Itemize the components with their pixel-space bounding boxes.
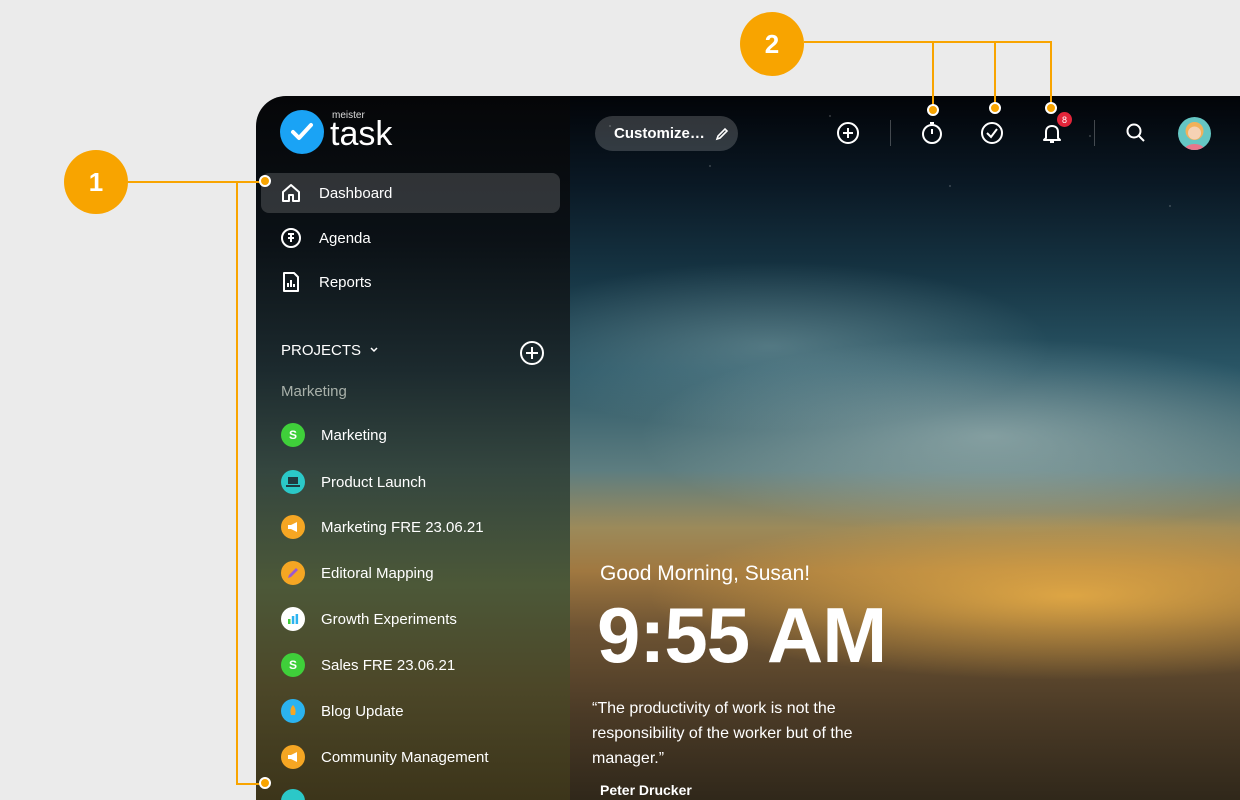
bar-chart-icon [281,607,305,631]
project-item[interactable]: S Marketing [281,420,387,450]
callout-1-dot-top [259,175,271,187]
callout-1: 1 [64,150,128,214]
project-item-partial[interactable] [281,786,321,800]
quote: “The productivity of work is not the res… [592,700,853,767]
home-icon [279,181,303,205]
callout-2-drop-timer [932,41,934,111]
search-icon [1126,123,1145,142]
quote-author: Peter Drucker [600,782,692,798]
nav-dashboard-label: Dashboard [319,184,393,202]
nav-reports-label: Reports [319,273,372,291]
project-item[interactable]: Blog Update [281,696,404,726]
avatar[interactable] [1178,117,1211,150]
timer-button[interactable] [919,120,945,146]
project-item[interactable]: Community Management [281,742,489,772]
report-icon [279,270,303,294]
callout-2-dot-bell [1045,102,1057,114]
s-icon: S [281,423,305,447]
logo[interactable]: meister task [280,110,392,154]
project-label: Growth Experiments [321,610,457,628]
add-button[interactable] [835,120,861,146]
project-label: Sales FRE 23.06.21 [321,656,456,674]
logo-wordmark-top: meister [332,110,365,121]
callout-1-dot-bottom [259,777,271,789]
avatar-face-icon [1184,122,1205,150]
search-button[interactable] [1123,120,1149,146]
callout-1-bracket [236,181,238,785]
nav-dashboard[interactable]: Dashboard [261,173,560,213]
logo-check-icon [280,110,324,154]
megaphone-icon [281,745,305,769]
logo-wordmark: meister task [330,110,392,154]
chevron-down-icon [369,342,379,359]
plus-circle-icon [837,122,859,144]
project-label: Editoral Mapping [321,564,434,582]
projects-header-label: PROJECTS [281,342,362,359]
nav-reports[interactable]: Reports [261,262,560,302]
add-project-button[interactable] [519,340,545,371]
project-item[interactable]: Product Launch [281,467,426,497]
project-label: Community Management [321,748,489,766]
stopwatch-icon [922,122,942,144]
project-item[interactable]: Editoral Mapping [281,558,434,588]
laptop-icon [281,470,305,494]
project-label: Marketing [321,426,387,444]
project-group-label: Marketing [281,383,347,400]
s-icon: S [281,653,305,677]
project-item[interactable]: S Sales FRE 23.06.21 [281,650,455,680]
callout-1-line [128,181,268,183]
pencil-icon [281,561,305,585]
callout-2-line [804,41,1052,43]
callout-2-drop-check [994,41,996,109]
project-item[interactable]: Marketing FRE 23.06.21 [281,512,484,542]
project-item[interactable]: Growth Experiments [281,604,457,634]
divider [890,120,891,146]
sidebar: meister task Dashboard Agenda Reports PR… [256,96,570,800]
projects-header[interactable]: PROJECTS [281,342,379,359]
plus-circle-icon [520,341,544,365]
nav-agenda[interactable]: Agenda [261,218,560,258]
divider [1094,120,1095,146]
nav-agenda-label: Agenda [319,229,371,247]
project-icon [281,789,305,800]
customize-label: Customize… [614,125,705,142]
greeting: Good Morning, Susan! [600,562,811,585]
project-label: Product Launch [321,473,427,491]
rocket-icon [281,699,305,723]
tasks-button[interactable] [979,120,1005,146]
customize-button[interactable]: Customize… [595,116,738,151]
notification-badge: 8 [1057,112,1072,127]
dashboard-main [570,96,1240,800]
edit-pencil-icon [715,126,730,141]
project-label: Blog Update [321,702,404,720]
callout-2-dot-timer [927,104,939,116]
project-label: Marketing FRE 23.06.21 [321,518,484,536]
pin-icon [279,226,303,250]
clock-time: 9:55 AM [597,591,887,679]
megaphone-icon [281,515,305,539]
check-circle-icon [981,122,1003,144]
callout-2-dot-check [989,102,1001,114]
callout-2: 2 [740,12,804,76]
app-window: meister task Dashboard Agenda Reports PR… [256,96,1240,800]
callout-2-drop-bell [1050,41,1052,109]
